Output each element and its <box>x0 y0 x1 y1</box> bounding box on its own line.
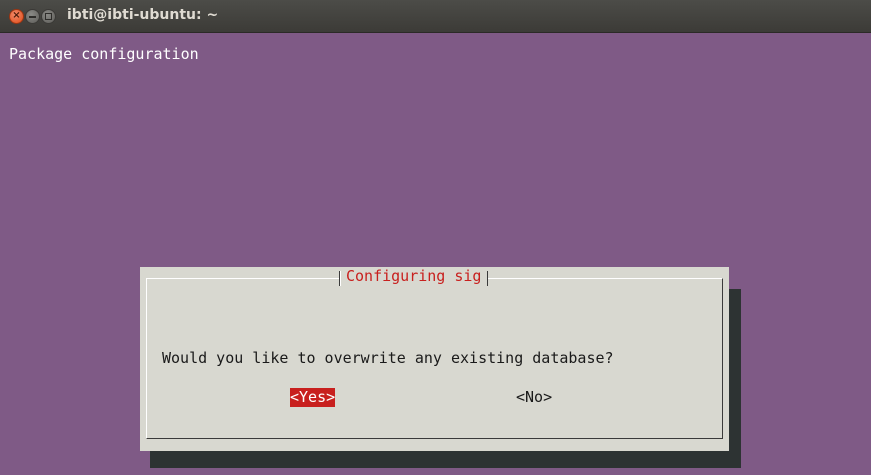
minimize-icon[interactable] <box>25 9 40 24</box>
maximize-icon[interactable] <box>41 9 56 24</box>
close-glyph: × <box>12 10 21 21</box>
package-configuration-header: Package configuration <box>9 45 199 63</box>
yes-button[interactable]: <Yes> <box>290 388 336 407</box>
dialog-title: Configuring sig <box>339 267 489 289</box>
dialog-question: Would you like to overwrite any existing… <box>162 349 614 367</box>
terminal-window: × ibti@ibti-ubuntu: ~ Package configurat… <box>0 0 871 475</box>
title-bar[interactable]: × ibti@ibti-ubuntu: ~ <box>0 0 871 33</box>
window-title: ibti@ibti-ubuntu: ~ <box>67 7 219 23</box>
config-dialog: Configuring sig Would you like to overwr… <box>140 267 729 451</box>
no-button[interactable]: <No> <box>516 388 552 407</box>
close-icon[interactable]: × <box>9 9 24 24</box>
